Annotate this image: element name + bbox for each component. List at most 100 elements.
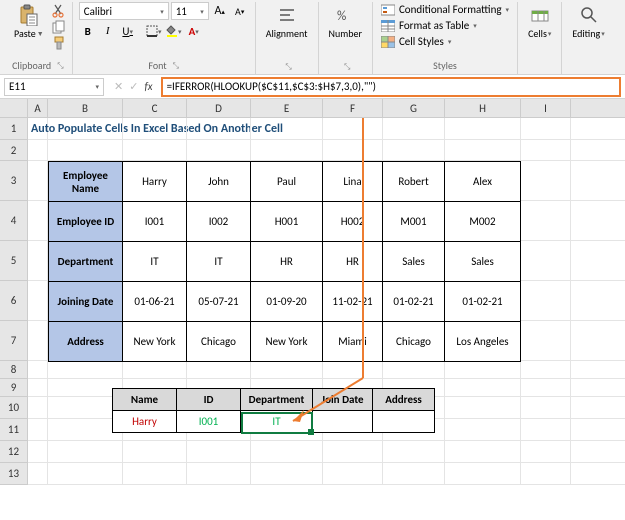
row-header[interactable]: 10 (0, 397, 28, 419)
format-as-table-button[interactable]: Format as Table▾ (379, 18, 479, 33)
table-cell[interactable]: Los Angeles (445, 322, 521, 362)
font-name-select[interactable]: Calibri▾ (79, 2, 169, 20)
decrease-font-icon[interactable]: A▾ (231, 2, 249, 20)
lookup-id-cell[interactable]: I001 (177, 411, 241, 433)
table-cell[interactable]: 11-02-21 (323, 282, 383, 322)
lookup-table[interactable]: Name ID Department Join Date Address Har… (112, 388, 435, 433)
copy-icon[interactable] (52, 20, 66, 34)
row-header[interactable]: 6 (0, 281, 28, 321)
row-header[interactable]: 4 (0, 201, 28, 241)
format-as-table-icon (381, 20, 395, 32)
table-cell[interactable]: IT (187, 242, 251, 282)
row-header[interactable]: 13 (0, 463, 28, 485)
table-cell[interactable]: New York (123, 322, 187, 362)
underline-button[interactable]: U▾ (119, 22, 137, 40)
row-header[interactable]: 2 (0, 140, 28, 161)
group-alignment: Alignment ⤡ (256, 2, 319, 74)
lookup-header: Join Date (313, 389, 373, 411)
table-cell[interactable]: Harry (123, 162, 187, 202)
table-cell[interactable]: HR (251, 242, 323, 282)
table-cell[interactable]: M001 (383, 202, 445, 242)
row-header[interactable]: 5 (0, 241, 28, 281)
fx-icon[interactable]: fx (144, 80, 152, 93)
col-header[interactable]: G (383, 99, 445, 117)
table-cell[interactable]: Sales (383, 242, 445, 282)
increase-font-icon[interactable]: A▴ (211, 2, 229, 20)
table-cell[interactable]: Alex (445, 162, 521, 202)
table-cell[interactable]: IT (123, 242, 187, 282)
col-header[interactable]: H (445, 99, 521, 117)
chevron-down-icon: ▼ (37, 29, 44, 38)
cut-icon[interactable] (52, 4, 66, 18)
table-cell[interactable]: 01-06-21 (123, 282, 187, 322)
border-button[interactable]: ▾ (145, 22, 163, 40)
enter-icon[interactable]: ✓ (129, 80, 138, 93)
bold-button[interactable]: B (79, 22, 97, 40)
row-header[interactable]: 1 (0, 118, 28, 140)
fill-color-button[interactable]: ▾ (165, 22, 183, 40)
italic-button[interactable]: I (99, 22, 117, 40)
table-cell[interactable]: Paul (251, 162, 323, 202)
cell-styles-button[interactable]: Cell Styles▾ (379, 34, 453, 49)
table-cell[interactable]: 05-07-21 (187, 282, 251, 322)
table-cell[interactable]: Chicago (187, 322, 251, 362)
col-header[interactable]: C (123, 99, 187, 117)
lookup-address-cell[interactable] (373, 411, 435, 433)
font-size-select[interactable]: 11▾ (171, 2, 209, 20)
row-header[interactable]: 8 (0, 361, 28, 379)
row-header[interactable]: 9 (0, 379, 28, 397)
format-painter-icon[interactable] (52, 36, 66, 50)
paste-button[interactable]: Paste▼ (10, 2, 48, 42)
col-header[interactable]: A (28, 99, 48, 117)
dialog-launcher-icon[interactable]: ⤡ (285, 62, 291, 72)
cells-button[interactable]: Cells▾ (524, 2, 555, 42)
col-header[interactable]: I (521, 99, 571, 117)
employee-table[interactable]: Employee Name Harry John Paul Lina Rober… (48, 161, 521, 362)
table-cell[interactable]: M002 (445, 202, 521, 242)
group-clipboard: Paste▼ Clipboard⤡ (4, 2, 73, 74)
row-header[interactable]: 7 (0, 321, 28, 361)
name-box[interactable]: E11▾ (4, 78, 104, 96)
table-cell[interactable]: 01-02-21 (445, 282, 521, 322)
number-button[interactable]: % Number (325, 2, 366, 42)
spreadsheet-grid[interactable]: A B C D E F G H I 1 2 3 4 5 6 7 8 9 10 1… (0, 99, 625, 485)
conditional-formatting-button[interactable]: Conditional Formatting▾ (379, 2, 511, 17)
row-header[interactable]: 11 (0, 419, 28, 441)
table-cell[interactable]: Miami (323, 322, 383, 362)
lookup-name-cell[interactable]: Harry (113, 411, 177, 433)
table-cell[interactable]: Robert (383, 162, 445, 202)
svg-text:%: % (337, 9, 346, 24)
dialog-launcher-icon[interactable]: ⤡ (173, 61, 179, 71)
alignment-button[interactable]: Alignment (262, 2, 312, 42)
table-cell[interactable]: Chicago (383, 322, 445, 362)
col-header[interactable]: F (323, 99, 383, 117)
font-color-button[interactable]: A▾ (185, 22, 203, 40)
row-header[interactable]: 3 (0, 161, 28, 201)
table-cell[interactable]: H001 (251, 202, 323, 242)
row-header[interactable]: 12 (0, 441, 28, 463)
formula-bar[interactable]: =IFERROR(HLOOKUP($C$11,$C$3:$H$7,3,0),""… (161, 77, 621, 97)
editing-button[interactable]: Editing▾ (568, 2, 608, 42)
dialog-launcher-icon[interactable]: ⤡ (344, 62, 350, 72)
editing-icon (578, 4, 600, 26)
table-cell[interactable]: Sales (445, 242, 521, 282)
dialog-launcher-icon[interactable]: ⤡ (57, 61, 63, 71)
col-header[interactable]: B (48, 99, 123, 117)
lookup-joindate-cell[interactable] (313, 411, 373, 433)
cancel-icon[interactable]: ✕ (114, 80, 123, 93)
col-header[interactable]: E (251, 99, 323, 117)
lookup-dept-cell[interactable]: IT (241, 411, 313, 433)
title-cell[interactable]: Auto Populate Cells In Excel Based On An… (28, 118, 48, 139)
table-cell[interactable]: 01-02-21 (383, 282, 445, 322)
table-cell[interactable]: HR (323, 242, 383, 282)
table-cell[interactable]: Lina (323, 162, 383, 202)
table-cell[interactable]: I002 (187, 202, 251, 242)
table-cell[interactable]: 01-09-20 (251, 282, 323, 322)
table-cell[interactable]: I001 (123, 202, 187, 242)
table-cell[interactable]: John (187, 162, 251, 202)
select-all-corner[interactable] (0, 99, 28, 117)
col-header[interactable]: D (187, 99, 251, 117)
table-cell[interactable]: New York (251, 322, 323, 362)
table-cell[interactable]: H002 (323, 202, 383, 242)
ribbon: Paste▼ Clipboard⤡ Calibri▾ 11▾ A▴ A▾ B I… (0, 0, 625, 75)
